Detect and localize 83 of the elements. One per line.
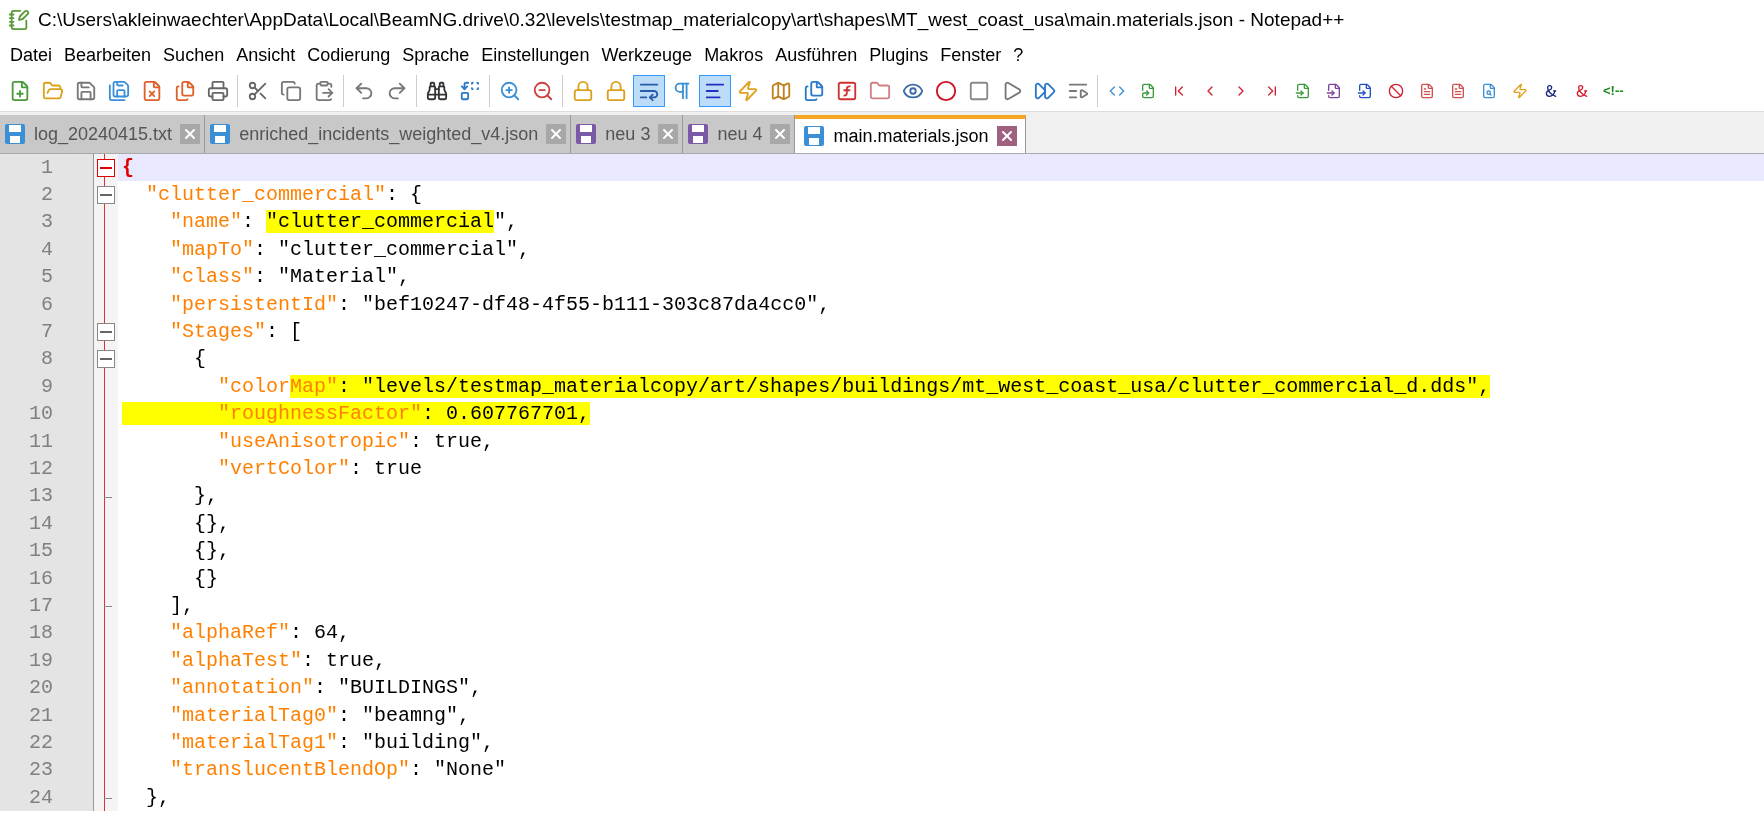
tab-label: neu 3 [605,122,651,146]
line-number: 9 [41,373,53,400]
wrap-text-icon[interactable] [633,74,665,107]
code-line: { [193,346,206,373]
file-tab[interactable]: log_20240415.txt [0,115,206,153]
menu-item[interactable]: Sprache [396,41,476,69]
code-line: {}, [193,538,231,565]
code-line: "materialTag1": "building", [169,729,495,756]
menu-item[interactable]: Ausführen [769,41,864,69]
line-number: 11 [29,428,53,455]
line-number: 24 [29,784,53,811]
menu-item[interactable]: ? [1007,41,1030,69]
window-title: C:\Users\akleinwaechter\AppData\Local\BeamNG.drive\0.32\levels\testmap_materialcopy\art\shapes\MT_west_coast_usa\main.materials.json - Notepad++ [38,7,1345,33]
code-line: {}, [193,510,231,537]
code-line: ], [169,592,194,619]
code-line: "alphaTest": true, [169,647,387,674]
line-number: 20 [29,675,53,702]
line-number: 14 [29,510,53,537]
menu-item[interactable]: Einstellungen [475,41,596,69]
tab-label: log_20240415.txt [34,122,173,147]
line-number: 3 [41,209,53,236]
line-number: 7 [41,319,53,346]
line-number: 18 [29,620,53,647]
line-number: 2 [41,182,53,209]
close-icon[interactable] [658,124,679,144]
tab-label: enriched_incidents_weighted_v4.json [239,122,539,147]
code-line: "class": "Material", [169,264,411,291]
code-line: }, [145,784,170,811]
code-line: "mapTo": "clutter_commercial", [169,236,531,263]
code-line: "materialTag0": "beamng", [169,702,471,729]
code-line: {} [193,565,218,592]
line-number: 16 [29,565,53,592]
code-line: { [122,154,134,181]
menu-item[interactable]: Codierung [301,41,397,69]
line-number: 1 [41,154,53,181]
code-line: "useAnisotropic": true, [217,428,495,455]
code-line: "persistentId": "bef10247-df48-4f55-b111-303c87da4cc0", [169,291,831,318]
line-number: 12 [29,456,53,482]
file-tab[interactable]: main.materials.json [795,115,1026,153]
code-line: "roughnessFactor": 0.607767701, [122,399,591,430]
tab-label: main.materials.json [833,124,989,148]
menu-item[interactable]: Datei [4,41,59,69]
line-number: 19 [29,647,53,674]
line-number: 23 [29,757,53,784]
line-number: 10 [29,401,53,428]
tab-label: neu 4 [717,122,763,146]
code-line: "clutter_commercial": { [145,182,423,209]
line-number: 21 [29,702,53,729]
code-line: "annotation": "BUILDINGS", [169,675,483,702]
fold-toggle-icon[interactable] [97,323,115,342]
indent-guide-icon[interactable] [699,74,731,107]
code-line: "Stages": [ [169,319,303,346]
line-number: 8 [41,346,53,373]
line-number: 5 [41,264,53,291]
menu-item[interactable]: Suchen [157,41,231,69]
menu-item[interactable]: Plugins [863,41,935,69]
line-number: 6 [41,291,53,318]
line-number: 15 [29,538,53,565]
code-line: "alphaRef": 64, [169,620,351,647]
line-number: 17 [29,592,53,619]
menu-item[interactable]: Fenster [934,41,1008,69]
fold-toggle-icon[interactable] [97,158,115,177]
menu-item[interactable]: Makros [698,41,770,69]
menu-item[interactable]: Ansicht [230,41,302,69]
menu-item[interactable]: Bearbeiten [58,41,158,69]
notepad-app-icon [8,9,30,31]
file-tab[interactable]: neu 4 [683,115,796,153]
code-line: }, [193,483,218,510]
close-icon[interactable] [546,124,567,144]
menu-item[interactable]: Werkzeuge [595,41,699,69]
code-line: "translucentBlendOp": "None" [169,757,507,784]
line-number: 13 [29,483,53,510]
line-number: 22 [29,729,53,756]
close-icon[interactable] [770,124,791,144]
close-icon[interactable] [996,126,1017,146]
file-tab[interactable]: neu 3 [571,115,684,153]
fold-toggle-icon[interactable] [97,350,115,369]
file-tab[interactable]: enriched_incidents_weighted_v4.json [205,115,572,153]
code-line: "colorMap": "levels/testmap_materialcopy/art/shapes/buildings/mt_west_coast_usa/clutter_commercial_d.dds", [217,373,1491,400]
code-line: "vertColor": true [217,456,423,482]
fold-toggle-icon[interactable] [97,186,115,205]
close-icon[interactable] [180,124,201,144]
line-number: 4 [41,236,53,263]
